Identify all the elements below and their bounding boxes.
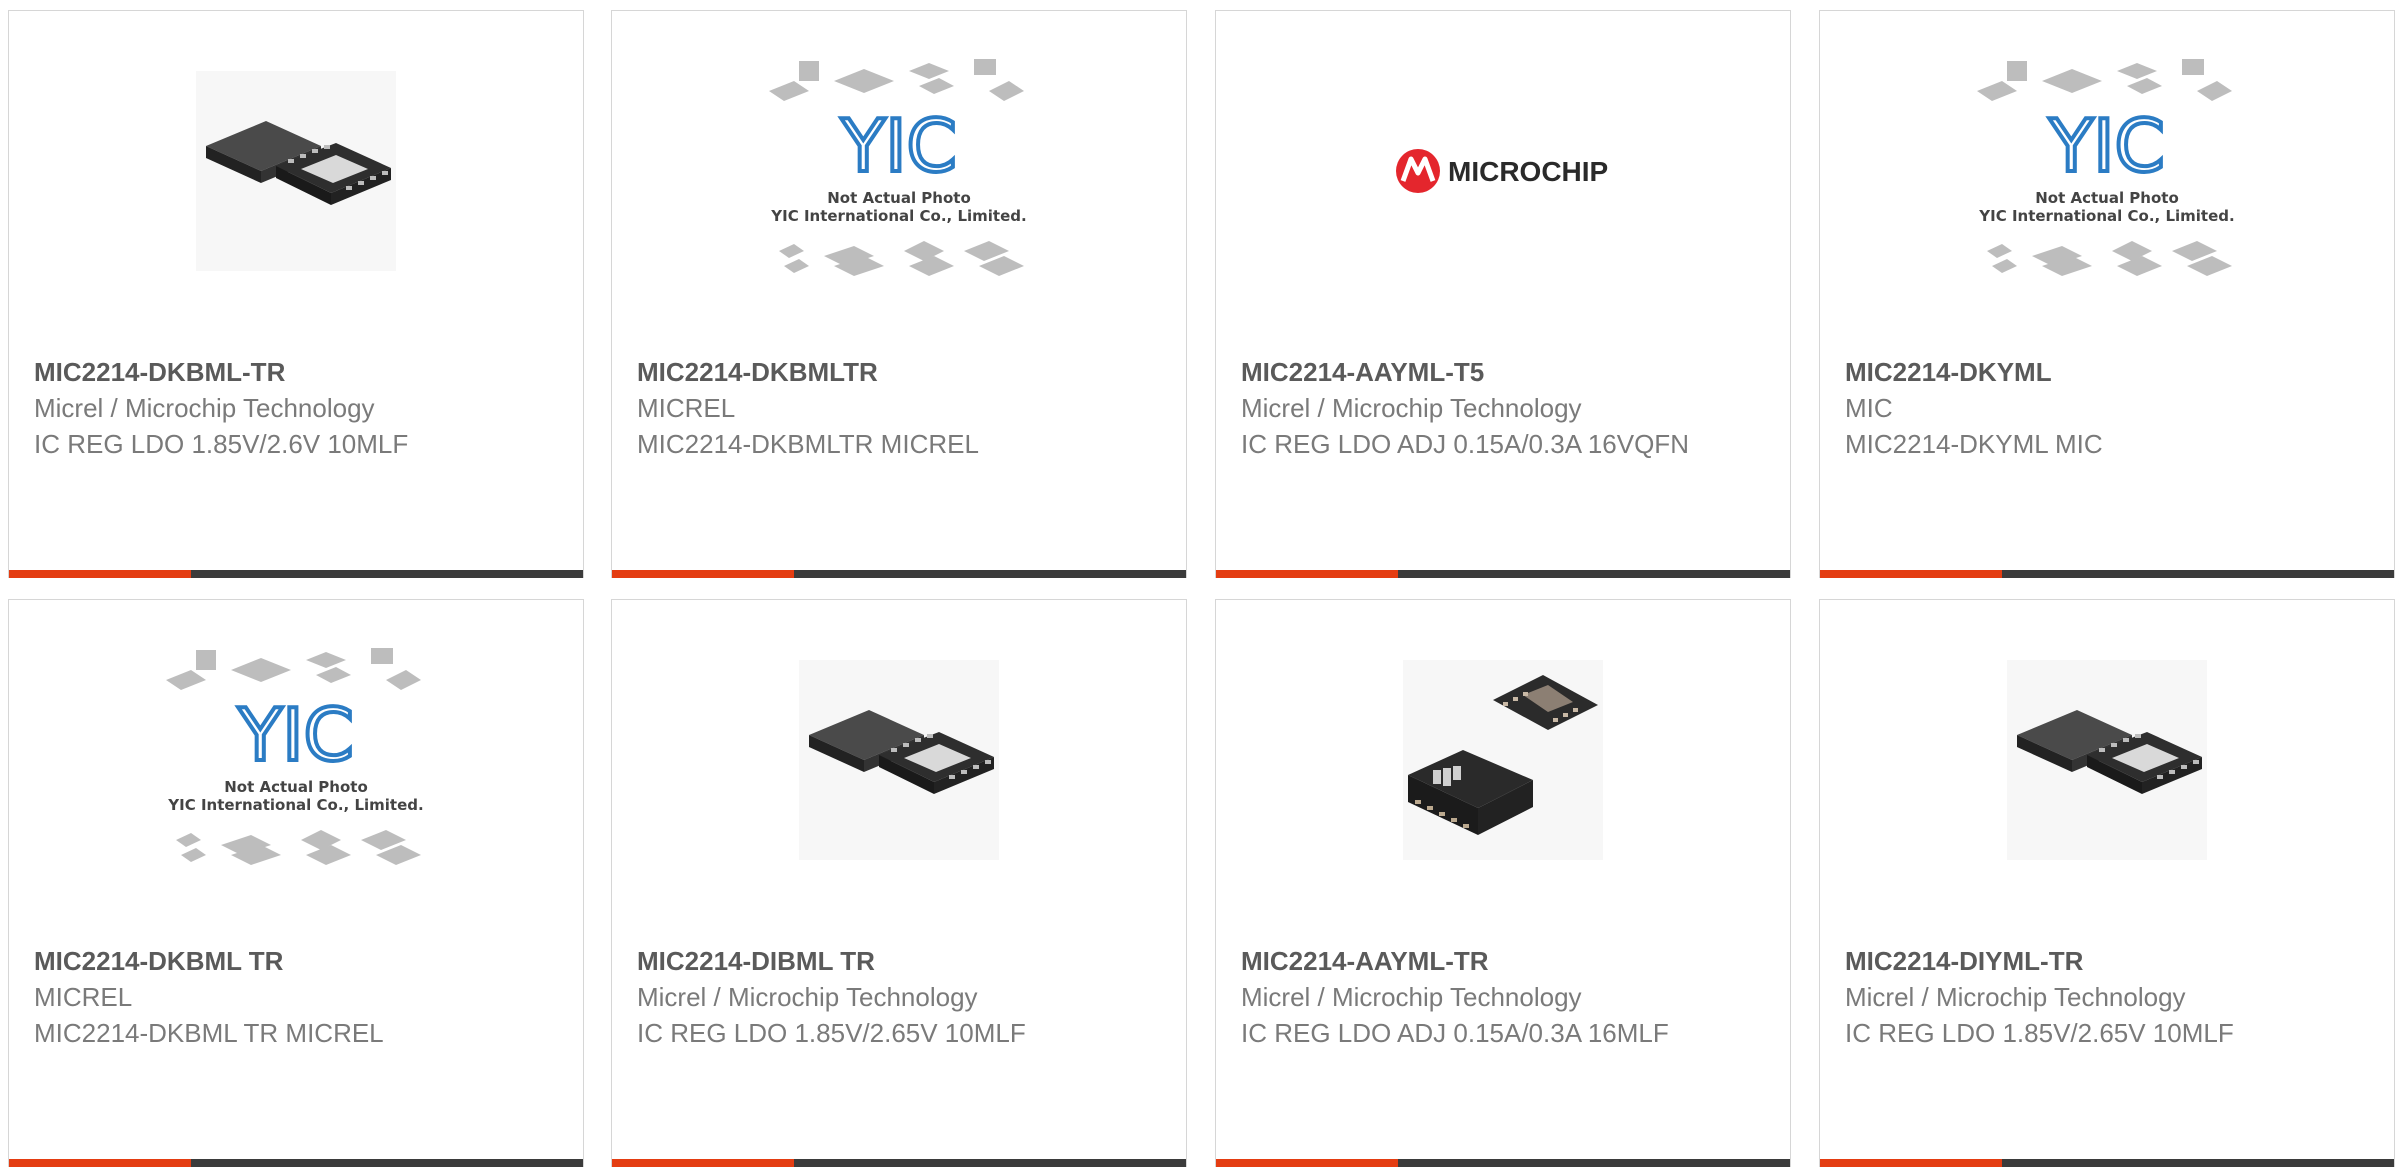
ic-package-photo-icon	[196, 71, 396, 271]
card-bottom-bar	[9, 570, 583, 578]
card-bottom-bar	[612, 570, 1186, 578]
product-card[interactable]: YIC Not Actual Photo YIC International C…	[611, 10, 1187, 578]
product-card[interactable]: YIC Not Actual Photo YIC International C…	[1819, 10, 2395, 578]
product-info: MIC2214-DKBMLTR MICREL MIC2214-DKBMLTR M…	[637, 354, 1161, 462]
yic-placeholder-icon: YIC Not Actual Photo YIC International C…	[769, 59, 1027, 276]
card-accent-bar	[612, 570, 794, 578]
product-info: MIC2214-DKBML-TR Micrel / Microchip Tech…	[34, 354, 558, 462]
product-card[interactable]: YIC Not Actual Photo YIC International C…	[8, 599, 584, 1167]
part-number[interactable]: MIC2214-DIBML TR	[637, 943, 1161, 979]
svg-text:Not Actual Photo: Not Actual Photo	[224, 778, 368, 796]
ic-package-photo-icon	[2007, 660, 2207, 860]
part-number[interactable]: MIC2214-DKBML-TR	[34, 354, 558, 390]
part-number[interactable]: MIC2214-AAYML-T5	[1241, 354, 1765, 390]
card-bottom-bar	[1820, 570, 2394, 578]
svg-text:YIC International Co., Limited: YIC International Co., Limited.	[167, 796, 423, 814]
description: IC REG LDO ADJ 0.15A/0.3A 16MLF	[1241, 1018, 1669, 1048]
product-card[interactable]: MIC2214-DIYML-TR Micrel / Microchip Tech…	[1819, 599, 2395, 1167]
manufacturer: Micrel / Microchip Technology	[34, 393, 375, 423]
svg-text:YIC: YIC	[2048, 104, 2165, 188]
card-accent-bar	[9, 1159, 191, 1167]
product-image[interactable]	[612, 650, 1186, 870]
yic-placeholder-icon: YIC Not Actual Photo YIC International C…	[1977, 59, 2235, 276]
part-number[interactable]: MIC2214-DKBMLTR	[637, 354, 1161, 390]
manufacturer: Micrel / Microchip Technology	[1241, 982, 1582, 1012]
yic-placeholder-icon: YIC Not Actual Photo YIC International C…	[166, 648, 424, 865]
product-image[interactable]: MICROCHIP	[1216, 61, 1790, 281]
product-card[interactable]: MICROCHIP MIC2214-AAYML-T5 Micrel / Micr…	[1215, 10, 1791, 578]
svg-text:YIC International Co., Limited: YIC International Co., Limited.	[770, 207, 1026, 225]
card-accent-bar	[1820, 570, 2002, 578]
description: MIC2214-DKBML TR MICREL	[34, 1018, 384, 1048]
part-number[interactable]: MIC2214-DIYML-TR	[1845, 943, 2369, 979]
product-card[interactable]: MIC2214-DKBML-TR Micrel / Microchip Tech…	[8, 10, 584, 578]
product-info: MIC2214-DIBML TR Micrel / Microchip Tech…	[637, 943, 1161, 1051]
card-accent-bar	[1820, 1159, 2002, 1167]
product-card[interactable]: MIC2214-AAYML-TR Micrel / Microchip Tech…	[1215, 599, 1791, 1167]
manufacturer: Micrel / Microchip Technology	[1241, 393, 1582, 423]
qfn-package-photo-icon	[1403, 660, 1603, 860]
ic-package-photo-icon	[799, 660, 999, 860]
manufacturer: MICREL	[637, 393, 736, 423]
card-accent-bar	[1216, 1159, 1398, 1167]
manufacturer: Micrel / Microchip Technology	[637, 982, 978, 1012]
manufacturer: MICREL	[34, 982, 133, 1012]
svg-text:MICROCHIP: MICROCHIP	[1448, 156, 1608, 187]
description: MIC2214-DKBMLTR MICREL	[637, 429, 979, 459]
product-info: MIC2214-DIYML-TR Micrel / Microchip Tech…	[1845, 943, 2369, 1051]
card-accent-bar	[1216, 570, 1398, 578]
part-number[interactable]: MIC2214-DKBML TR	[34, 943, 558, 979]
card-accent-bar	[612, 1159, 794, 1167]
card-bottom-bar	[1216, 1159, 1790, 1167]
product-info: MIC2214-AAYML-TR Micrel / Microchip Tech…	[1241, 943, 1765, 1051]
card-bottom-bar	[9, 1159, 583, 1167]
card-bottom-bar	[1216, 570, 1790, 578]
product-image[interactable]	[1216, 650, 1790, 870]
product-image[interactable]: YIC Not Actual Photo YIC International C…	[9, 648, 583, 870]
description: IC REG LDO 1.85V/2.65V 10MLF	[637, 1018, 1026, 1048]
product-grid: MIC2214-DKBML-TR Micrel / Microchip Tech…	[0, 0, 2400, 1167]
product-image[interactable]	[1820, 650, 2394, 870]
svg-text:YIC International Co., Limited: YIC International Co., Limited.	[1978, 207, 2234, 225]
part-number[interactable]: MIC2214-AAYML-TR	[1241, 943, 1765, 979]
product-image[interactable]	[9, 61, 583, 281]
svg-text:Not Actual Photo: Not Actual Photo	[2035, 189, 2179, 207]
manufacturer: MIC	[1845, 393, 1893, 423]
microchip-logo-icon: MICROCHIP	[1396, 149, 1608, 193]
svg-text:YIC: YIC	[840, 104, 957, 188]
card-accent-bar	[9, 570, 191, 578]
product-info: MIC2214-DKYML MIC MIC2214-DKYML MIC	[1845, 354, 2369, 462]
description: IC REG LDO 1.85V/2.65V 10MLF	[1845, 1018, 2234, 1048]
product-card[interactable]: MIC2214-DIBML TR Micrel / Microchip Tech…	[611, 599, 1187, 1167]
description: IC REG LDO 1.85V/2.6V 10MLF	[34, 429, 409, 459]
product-image[interactable]: YIC Not Actual Photo YIC International C…	[1820, 59, 2394, 281]
description: MIC2214-DKYML MIC	[1845, 429, 2103, 459]
part-number[interactable]: MIC2214-DKYML	[1845, 354, 2369, 390]
card-bottom-bar	[1820, 1159, 2394, 1167]
manufacturer: Micrel / Microchip Technology	[1845, 982, 2186, 1012]
svg-text:YIC: YIC	[237, 693, 354, 777]
product-info: MIC2214-DKBML TR MICREL MIC2214-DKBML TR…	[34, 943, 558, 1051]
svg-text:Not Actual Photo: Not Actual Photo	[827, 189, 971, 207]
description: IC REG LDO ADJ 0.15A/0.3A 16VQFN	[1241, 429, 1689, 459]
product-image[interactable]: YIC Not Actual Photo YIC International C…	[612, 59, 1186, 281]
product-info: MIC2214-AAYML-T5 Micrel / Microchip Tech…	[1241, 354, 1765, 462]
card-bottom-bar	[612, 1159, 1186, 1167]
